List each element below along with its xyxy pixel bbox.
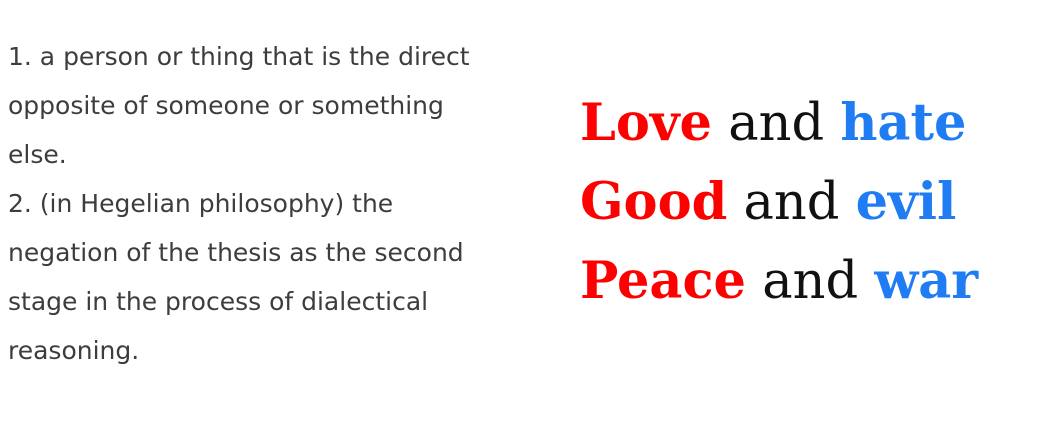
pair-first-word: Love xyxy=(580,93,712,153)
pair-connector: and xyxy=(762,252,859,311)
pair-second-word: hate xyxy=(840,93,967,153)
pair-connector: and xyxy=(743,173,840,232)
pair-connector: and xyxy=(728,94,825,153)
antonym-pair: Good and evil xyxy=(580,163,978,242)
antonym-pair: Peace and war xyxy=(580,242,978,321)
pair-first-word: Good xyxy=(580,172,728,232)
antonym-pairs: Love and hate Good and evil Peace and wa… xyxy=(580,84,978,321)
definition-item-2: 2. (in Hegelian philosophy) the negation… xyxy=(8,189,464,365)
pair-second-word: war xyxy=(874,251,979,311)
definition-item-1: 1. a person or thing that is the direct … xyxy=(8,42,470,169)
pair-first-word: Peace xyxy=(580,251,746,311)
antonym-pair: Love and hate xyxy=(580,84,978,163)
definition-text: 1. a person or thing that is the direct … xyxy=(8,32,508,375)
pair-second-word: evil xyxy=(855,172,957,232)
